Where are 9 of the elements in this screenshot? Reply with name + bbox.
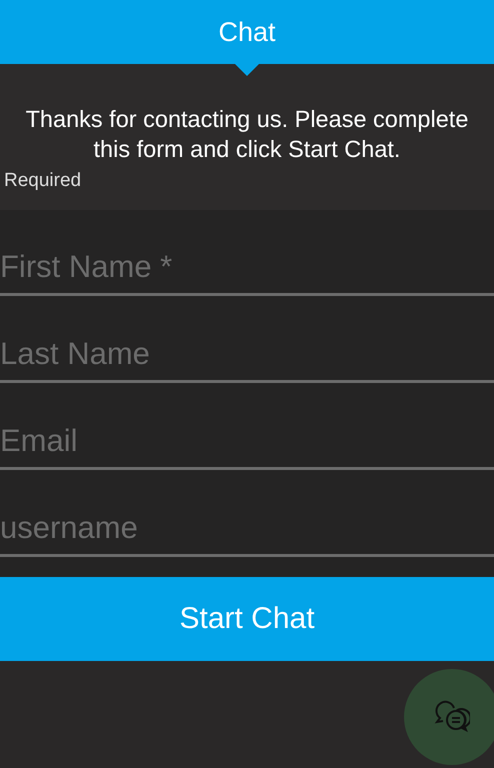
input-field[interactable]: Last Name: [0, 297, 494, 383]
input-field[interactable]: Email: [0, 384, 494, 470]
required-note: Required: [4, 170, 82, 192]
input-field[interactable]: username: [0, 471, 494, 557]
header-title: Chat: [218, 16, 276, 48]
intro-message: Thanks for contacting us. Please complete this form and click Start Chat.: [24, 105, 470, 164]
start-chat-button[interactable]: Start Chat: [0, 577, 494, 661]
input-field[interactable]: First Name *: [0, 210, 494, 296]
chat-bubbles-icon: [434, 700, 470, 734]
